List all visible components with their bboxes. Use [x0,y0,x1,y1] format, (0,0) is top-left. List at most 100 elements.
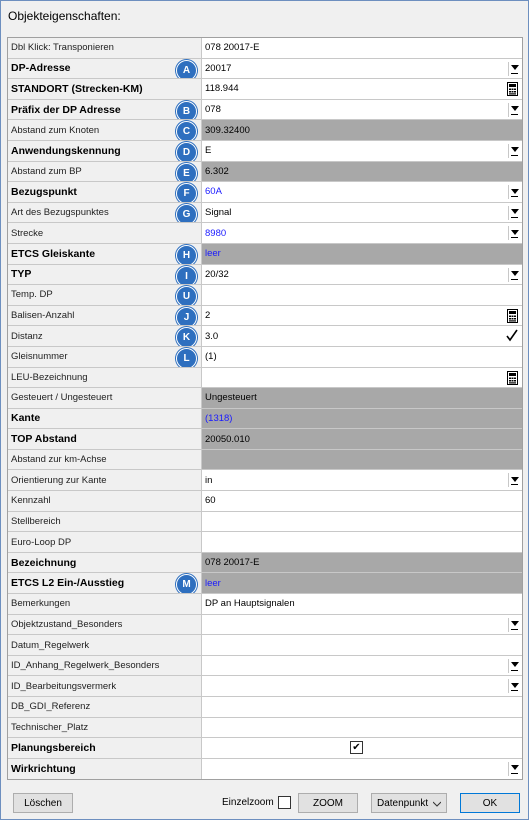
property-label: TOP Abstand [8,429,202,449]
marker-badge: F [176,183,197,202]
property-row: LEU-Bezeichnung [8,367,522,389]
property-value-text: 20/32 [205,268,229,280]
ok-button[interactable]: OK [460,793,520,813]
property-label: Temp. DP U [8,285,202,305]
property-value[interactable] [202,759,522,780]
property-value[interactable]: in [202,470,522,490]
dropdown-arrow-icon[interactable] [508,205,520,220]
property-value[interactable] [202,512,522,532]
property-value[interactable]: 118.944 [202,79,522,99]
property-label: Bezeichnung [8,552,202,573]
dropdown-arrow-icon[interactable] [508,679,520,694]
property-label-text: TYP [11,268,32,281]
property-value-text: 20050.010 [205,433,250,445]
property-label: Gleisnummer L [8,346,202,367]
property-row: Distanz K 3.0 [8,326,522,347]
property-value[interactable] [202,532,522,552]
property-value[interactable]: 3.0 [202,326,522,346]
dropdown-arrow-icon[interactable] [508,226,520,241]
property-value-text: 2 [205,310,211,322]
property-row: Stellbereich [8,511,522,533]
property-label-text: Distanz [11,330,43,342]
property-label: Technischer_Platz [8,717,202,738]
property-value[interactable] [202,697,522,717]
property-label: Distanz K [8,326,202,346]
dropdown-arrow-icon[interactable] [508,61,520,76]
property-row: Euro-Loop DP [8,532,522,553]
property-value[interactable] [202,285,522,305]
property-row: Datum_Regelwerk [8,635,522,656]
property-row: Abstand zur km-Achse [8,449,522,471]
property-label: ID_Anhang_Regelwerk_Besonders [8,655,202,676]
marker-badge: U [176,286,197,305]
dropdown-arrow-icon[interactable] [508,185,520,200]
property-value[interactable]: 20017 [202,59,522,79]
dropdown-arrow-icon[interactable] [508,102,520,117]
property-value[interactable] [202,676,522,696]
calculator-button[interactable] [505,369,520,386]
property-value[interactable]: 60A [202,182,522,202]
property-label-text: Bezeichnung [11,556,77,569]
dropdown-arrow-icon[interactable] [508,761,520,776]
delete-button[interactable]: Löschen [13,793,73,813]
property-value[interactable] [202,615,522,635]
single-zoom-checkbox[interactable] [278,796,291,809]
property-value[interactable]: 60 [202,491,522,511]
property-value[interactable]: ✔ [202,738,522,758]
property-value: 309.32400 [202,120,522,140]
property-label: Abstand zum BP E [8,161,202,182]
property-value[interactable] [202,718,522,738]
dropdown-arrow-icon[interactable] [508,267,520,282]
dialog-title: Objekteigenschaften: [8,9,121,23]
dropdown-arrow-icon[interactable] [508,617,520,632]
dropdown-arrow-icon[interactable] [508,143,520,158]
property-value-text: 6.302 [205,165,229,177]
property-row: Abstand zum BP E 6.302 [8,161,522,183]
datapoint-select[interactable]: Datenpunkt [371,793,447,813]
property-label: Anwendungskennung D [8,140,202,161]
dropdown-arrow-icon[interactable] [508,473,520,488]
marker-badge: H [176,244,197,264]
dropdown-arrow-icon[interactable] [508,658,520,673]
property-value[interactable]: 078 20017-E [202,38,522,58]
property-row: Temp. DP U [8,285,522,306]
property-value[interactable]: (1) [202,347,522,367]
property-label: Art des Bezugspunktes G [8,202,202,223]
checkmark-icon[interactable] [505,328,519,344]
property-row: Präfix der DP Adresse B 078 [8,99,522,121]
property-value[interactable]: DP an Hauptsignalen [202,594,522,614]
planungsbereich-checkbox[interactable]: ✔ [350,741,363,755]
property-value-text: 3.0 [205,330,219,342]
marker-badge: J [176,306,197,326]
property-row: ETCS Gleiskante Hleer [8,243,522,265]
property-value[interactable]: 2 [202,306,522,326]
property-label: Gesteuert / Ungesteuert [8,388,202,408]
property-label-text: Gleisnummer [11,351,68,363]
property-label-text: Balisen-Anzahl [11,310,75,322]
marker-badge: K [176,327,197,346]
property-value: (1318) [202,408,522,429]
property-value[interactable] [202,635,522,655]
property-label: LEU-Bezeichnung [8,367,202,388]
zoom-button[interactable]: ZOOM [298,793,358,813]
marker-badge: I [176,265,197,285]
property-value[interactable]: 20/32 [202,265,522,285]
property-value[interactable]: 8980 [202,223,522,243]
property-value[interactable] [202,656,522,676]
property-label: Stellbereich [8,511,202,532]
property-value[interactable]: 078 [202,100,522,120]
property-value[interactable] [202,368,522,388]
calculator-button[interactable] [505,307,520,324]
property-row: Bezeichnung 078 20017-E [8,552,522,574]
property-row: Strecke 8980 [8,223,522,244]
property-value[interactable]: Signal [202,203,522,223]
property-label-text: Anwendungskennung [11,144,121,157]
property-label-text: Dbl Klick: Transponieren [11,42,114,54]
property-value[interactable]: E [202,141,522,161]
property-label-text: Bezugspunkt [11,185,77,198]
calculator-button[interactable] [505,81,520,98]
property-value-text: 20017 [205,62,232,74]
property-label: Planungsbereich [8,738,202,758]
property-label: Objektzustand_Besonders [8,614,202,635]
property-row: Anwendungskennung D E [8,140,522,162]
